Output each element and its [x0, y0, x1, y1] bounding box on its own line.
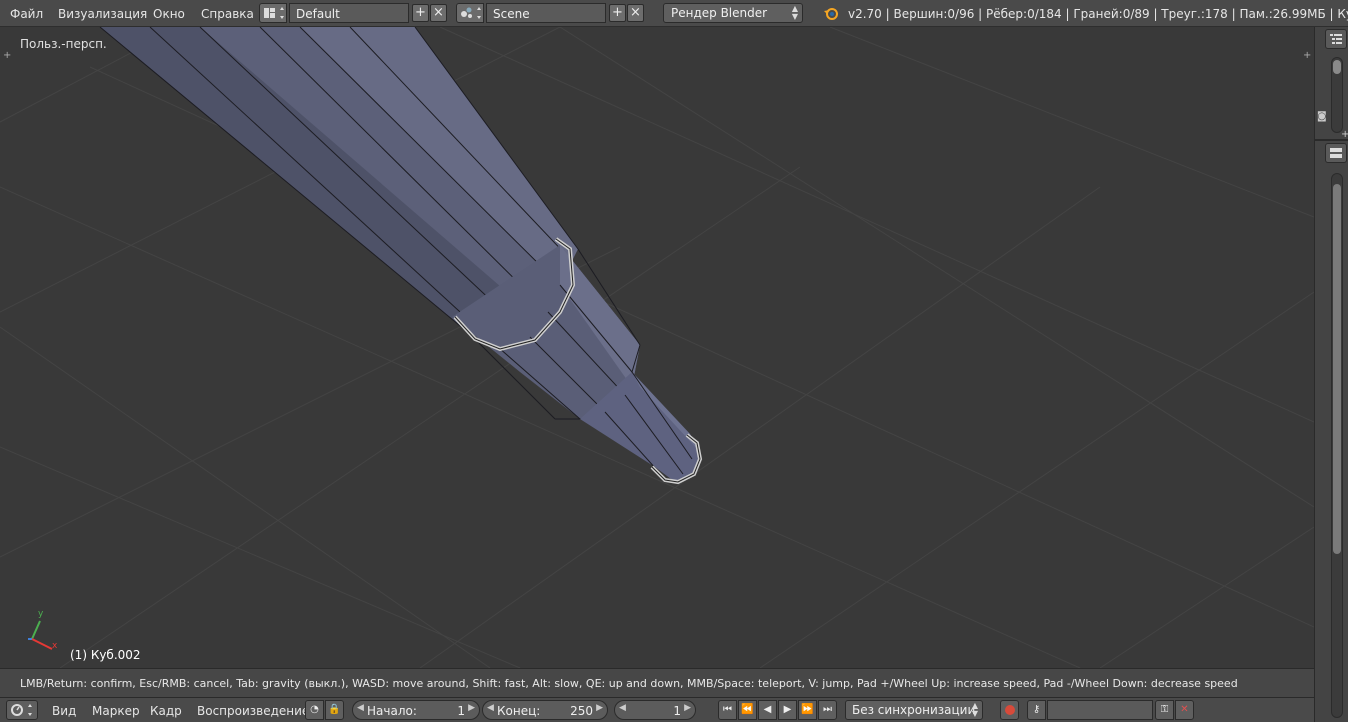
play-reverse-icon[interactable]: ◀ [758, 700, 777, 720]
sync-mode-label: Без синхронизации [852, 703, 976, 717]
scene-icon[interactable] [456, 3, 484, 23]
viewport-canvas: + + [0, 27, 1314, 668]
keying-set-icon[interactable]: ⚷ [1027, 700, 1046, 720]
record-icon[interactable] [1000, 700, 1019, 720]
render-engine-select[interactable]: Рендер Blender ▲ ▼ [663, 3, 803, 23]
axis-gizmo [28, 620, 53, 650]
properties-scrollbar[interactable] [1331, 173, 1343, 718]
lock-icon[interactable]: 🔒 [325, 700, 344, 720]
frame-start-field[interactable]: ◀ Начало: 1 ▶ [352, 700, 480, 720]
menu-help[interactable]: Справка [201, 7, 254, 21]
info-header: Файл Визуализация Окно Справка Default +… [0, 0, 1348, 27]
sync-mode-select[interactable]: Без синхронизации ▲ ▼ [845, 700, 983, 720]
menu-render[interactable]: Визуализация [58, 7, 147, 21]
blender-logo-icon [823, 5, 839, 24]
active-object-label: (1) Куб.002 [70, 648, 141, 662]
frame-start-label: Начало: [367, 704, 417, 718]
jump-keyframe-back-icon[interactable]: ⏪ [738, 700, 757, 720]
menu-file[interactable]: Файл [10, 7, 43, 21]
keying-set-field[interactable] [1047, 700, 1153, 720]
jump-keyframe-forward-icon[interactable]: ⏩ [798, 700, 817, 720]
play-icon[interactable]: ▶ [778, 700, 797, 720]
timeline-header: Вид Маркер Кадр Воспроизведение ◔ 🔒 ◀ На… [0, 697, 1314, 722]
screen-layout-field[interactable]: Default [289, 3, 409, 23]
mesh-object [99, 27, 703, 485]
remove-scene-button[interactable]: × [627, 4, 644, 22]
add-layout-button[interactable]: + [412, 4, 429, 22]
insert-keyframe-icon[interactable]: ⚿ [1155, 700, 1174, 720]
timeline-menu-frame[interactable]: Кадр [150, 704, 182, 718]
frame-end-value: 250 [570, 704, 593, 718]
add-scene-button[interactable]: + [609, 4, 626, 22]
screen-layout-icon[interactable] [259, 3, 287, 23]
area-split-left-icon[interactable]: + [3, 50, 11, 61]
operator-hint-bar: LMB/Return: confirm, Esc/RMB: cancel, Ta… [0, 668, 1314, 697]
timeline-menu-playback[interactable]: Воспроизведение [197, 704, 309, 718]
current-frame-value: 1 [673, 704, 681, 718]
camera-icon: ◙ [1317, 111, 1327, 122]
timeline-editor-icon[interactable] [6, 700, 38, 720]
fly-mode-hint: LMB/Return: confirm, Esc/RMB: cancel, Ta… [20, 677, 1238, 690]
render-engine-label: Рендер Blender [671, 6, 768, 20]
current-frame-field[interactable]: ◀ 1 ▶ [614, 700, 696, 720]
chevron-updown-icon: ▲ ▼ [791, 4, 798, 21]
outliner-editor-icon[interactable] [1325, 29, 1347, 49]
chevron-updown-icon: ▲ ▼ [971, 701, 978, 718]
outliner-scrollbar[interactable] [1331, 57, 1343, 133]
timeline-menu-marker[interactable]: Маркер [92, 704, 140, 718]
properties-editor-icon[interactable] [1325, 143, 1347, 163]
preview-range-icon[interactable]: ◔ [305, 700, 324, 720]
frame-end-label: Конец: [497, 704, 541, 718]
delete-keyframe-icon[interactable]: ✕ [1175, 700, 1194, 720]
area-split-right-icon[interactable]: + [1303, 50, 1311, 61]
side-panels-edge: ◙ + [1314, 27, 1348, 722]
scene-stats: v2.70 | Вершин:0/96 | Рёбер:0/184 | Гран… [848, 7, 1348, 21]
frame-start-value: 1 [457, 704, 465, 718]
remove-layout-button[interactable]: × [430, 4, 447, 22]
jump-start-icon[interactable]: ⏮ [718, 700, 737, 720]
frame-end-field[interactable]: ◀ Конец: 250 ▶ [482, 700, 608, 720]
timeline-menu-view[interactable]: Вид [52, 704, 76, 718]
menu-window[interactable]: Окно [153, 7, 185, 21]
floor-grid [0, 27, 1314, 668]
scene-field[interactable]: Scene [486, 3, 606, 23]
axis-y-label: y [38, 609, 44, 619]
view-mode-label: Польз.-персп. [20, 37, 107, 51]
jump-end-icon[interactable]: ⏭ [818, 700, 837, 720]
axis-x-label: x [52, 641, 58, 651]
3d-viewport[interactable]: + + y x Польз.-персп. (1) Куб.002 [0, 27, 1314, 668]
